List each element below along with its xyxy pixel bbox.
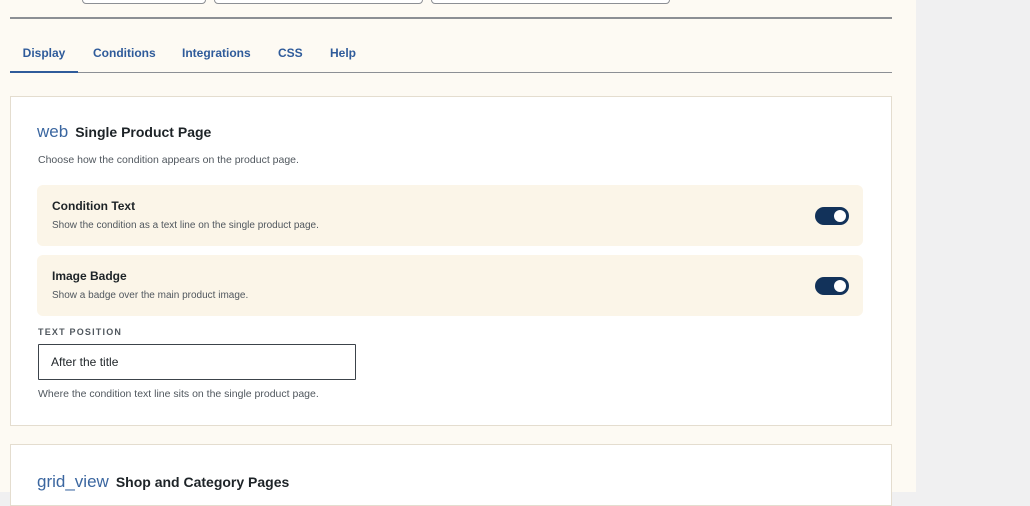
shop-category-title: Shop and Category Pages bbox=[115, 474, 290, 490]
text-position-help: Where the condition text line sits on th… bbox=[38, 388, 319, 400]
shop-category-heading: grid_view Shop and Category Pages bbox=[37, 472, 289, 492]
top-divider bbox=[10, 17, 892, 19]
setting-image-badge: Image Badge Show a badge over the main p… bbox=[37, 255, 863, 316]
single-product-card: web Single Product Page Choose how the c… bbox=[10, 96, 892, 426]
tab-help[interactable]: Help bbox=[330, 36, 356, 71]
single-product-heading: web Single Product Page bbox=[37, 122, 211, 142]
settings-main: Display Conditions Integrations CSS Help… bbox=[0, 0, 916, 506]
condition-text-help: Show the condition as a text line on the… bbox=[52, 220, 319, 231]
single-product-title: Single Product Page bbox=[75, 124, 212, 140]
condition-text-label: Condition Text bbox=[52, 199, 136, 213]
web-icon: web bbox=[37, 122, 69, 141]
condition-text-toggle[interactable] bbox=[815, 207, 849, 225]
text-position-value: After the title bbox=[51, 355, 119, 369]
top-control-1[interactable] bbox=[82, 0, 206, 4]
tab-display[interactable]: Display bbox=[10, 36, 78, 73]
right-gutter bbox=[916, 0, 1030, 492]
single-product-description: Choose how the condition appears on the … bbox=[38, 154, 299, 166]
tab-conditions[interactable]: Conditions bbox=[93, 36, 156, 71]
top-control-3[interactable] bbox=[431, 0, 670, 4]
text-position-label: TEXT POSITION bbox=[38, 327, 123, 337]
tab-bar: Display Conditions Integrations CSS Help bbox=[10, 36, 892, 73]
image-badge-help: Show a badge over the main product image… bbox=[52, 290, 249, 301]
toggle-knob bbox=[834, 210, 846, 222]
image-badge-label: Image Badge bbox=[52, 269, 127, 283]
tab-css[interactable]: CSS bbox=[278, 36, 303, 71]
tab-integrations[interactable]: Integrations bbox=[182, 36, 251, 71]
top-control-2[interactable] bbox=[214, 0, 423, 4]
text-position-select[interactable]: After the title bbox=[38, 344, 356, 380]
image-badge-toggle[interactable] bbox=[815, 277, 849, 295]
grid-view-icon: grid_view bbox=[37, 472, 109, 491]
shop-category-card: grid_view Shop and Category Pages bbox=[10, 444, 892, 506]
toggle-knob bbox=[834, 280, 846, 292]
setting-condition-text: Condition Text Show the condition as a t… bbox=[37, 185, 863, 246]
